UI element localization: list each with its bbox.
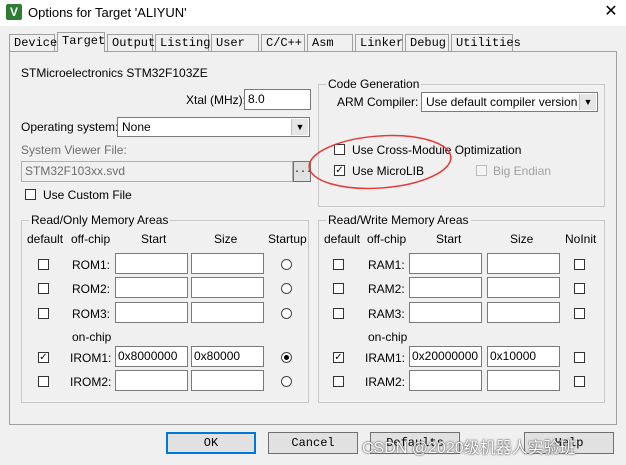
- irom1-start-input[interactable]: 0x8000000: [115, 346, 188, 367]
- rom3-start-input[interactable]: [115, 302, 188, 323]
- iram2-label: IRAM2:: [365, 375, 406, 389]
- rom1-label: ROM1:: [72, 258, 111, 272]
- rom-header-offchip: off-chip: [71, 232, 111, 246]
- rom-onchip-label: on-chip: [72, 330, 112, 344]
- iram2-start-input[interactable]: [409, 370, 482, 391]
- compiler-label: ARM Compiler:: [337, 95, 419, 109]
- tab-target[interactable]: Target: [57, 32, 105, 52]
- os-label: Operating system:: [21, 120, 119, 134]
- big-endian-label: Big Endian: [493, 164, 552, 178]
- rom-header-size: Size: [214, 232, 238, 246]
- rom1-size-input[interactable]: [191, 253, 264, 274]
- rom3-startup-radio[interactable]: [281, 308, 292, 319]
- irom2-default-checkbox[interactable]: [38, 376, 49, 387]
- custom-file-label: Use Custom File: [43, 188, 132, 202]
- big-endian-checkbox[interactable]: [476, 165, 487, 176]
- cancel-button[interactable]: Cancel: [268, 432, 358, 454]
- irom1-startup-radio[interactable]: [281, 352, 292, 363]
- rom3-default-checkbox[interactable]: [38, 308, 49, 319]
- tab-debug[interactable]: Debug: [405, 34, 449, 51]
- ram1-label: RAM1:: [368, 258, 405, 272]
- ram1-noinit-checkbox[interactable]: [574, 259, 585, 270]
- tab-user[interactable]: User: [211, 34, 259, 51]
- irom2-label: IROM2:: [70, 375, 112, 389]
- iram2-size-input[interactable]: [487, 370, 560, 391]
- rom-header-default: default: [27, 232, 64, 246]
- rom2-size-input[interactable]: [191, 277, 264, 298]
- iram1-start-input[interactable]: 0x20000000: [409, 346, 482, 367]
- device-name: STMicroelectronics STM32F103ZE: [21, 66, 208, 80]
- irom2-startup-radio[interactable]: [281, 376, 292, 387]
- rom2-start-input[interactable]: [115, 277, 188, 298]
- tab-utilities[interactable]: Utilities: [451, 34, 521, 51]
- rom1-startup-radio[interactable]: [281, 259, 292, 270]
- xtal-input[interactable]: 8.0: [244, 89, 311, 110]
- rom3-size-input[interactable]: [191, 302, 264, 323]
- ram-group-title: Read/Write Memory Areas: [326, 213, 471, 227]
- ram2-label: RAM2:: [368, 282, 405, 296]
- iram2-default-checkbox[interactable]: [333, 376, 344, 387]
- ram2-start-input[interactable]: [409, 277, 482, 298]
- ram2-default-checkbox[interactable]: [333, 283, 344, 294]
- ram2-noinit-checkbox[interactable]: [574, 283, 585, 294]
- tab-output[interactable]: Output: [107, 34, 155, 51]
- compiler-select[interactable]: Use default compiler version ▼: [421, 92, 598, 112]
- ram3-label: RAM3:: [368, 307, 405, 321]
- irom2-start-input[interactable]: [115, 370, 188, 391]
- ram-header-default: default: [324, 232, 361, 246]
- rom-group-title: Read/Only Memory Areas: [29, 213, 171, 227]
- rom3-label: ROM3:: [72, 307, 111, 321]
- close-icon[interactable]: ✕: [600, 1, 622, 23]
- ram-header-offchip: off-chip: [367, 232, 407, 246]
- iram1-default-checkbox[interactable]: ✓: [333, 352, 344, 363]
- tab-listing[interactable]: Listing: [155, 34, 210, 51]
- custom-file-checkbox[interactable]: [25, 189, 36, 200]
- xtal-label: Xtal (MHz):: [186, 93, 246, 107]
- iram2-noinit-checkbox[interactable]: [574, 376, 585, 387]
- ram1-start-input[interactable]: [409, 253, 482, 274]
- os-select-value: None: [122, 120, 151, 134]
- ram-header-size: Size: [510, 232, 534, 246]
- iram1-label: IRAM1:: [365, 351, 406, 365]
- irom1-label: IROM1:: [70, 351, 112, 365]
- ram1-default-checkbox[interactable]: [333, 259, 344, 270]
- rom2-default-checkbox[interactable]: [38, 283, 49, 294]
- chevron-down-icon[interactable]: ▼: [579, 94, 596, 110]
- annotation-circle: [308, 134, 452, 190]
- os-select[interactable]: None ▼: [117, 117, 310, 137]
- ok-button[interactable]: OK: [166, 432, 256, 454]
- tab-c-cpp[interactable]: C/C++: [261, 34, 305, 51]
- ram2-size-input[interactable]: [487, 277, 560, 298]
- rom1-default-checkbox[interactable]: [38, 259, 49, 270]
- ram3-size-input[interactable]: [487, 302, 560, 323]
- rom2-label: ROM2:: [72, 282, 111, 296]
- tab-asm[interactable]: Asm: [307, 34, 353, 51]
- compiler-select-value: Use default compiler version: [426, 95, 578, 109]
- irom1-default-checkbox[interactable]: ✓: [38, 352, 49, 363]
- ram1-size-input[interactable]: [487, 253, 560, 274]
- svf-input[interactable]: STM32F103xx.svd: [21, 161, 293, 182]
- svf-label: System Viewer File:: [21, 143, 127, 157]
- csdn-watermark: CSDN @2020级机器人实验班: [362, 440, 576, 457]
- rom-header-start: Start: [141, 232, 167, 246]
- rom1-start-input[interactable]: [115, 253, 188, 274]
- ram-header-start: Start: [436, 232, 462, 246]
- title-bar: V Options for Target 'ALIYUN' ✕: [0, 0, 626, 26]
- ram-onchip-label: on-chip: [368, 330, 408, 344]
- tab-device[interactable]: Device: [9, 34, 57, 51]
- code-generation-title: Code Generation: [326, 77, 422, 91]
- ram3-default-checkbox[interactable]: [333, 308, 344, 319]
- irom2-size-input[interactable]: [191, 370, 264, 391]
- tab-linker[interactable]: Linker: [355, 34, 403, 51]
- ram3-start-input[interactable]: [409, 302, 482, 323]
- ram3-noinit-checkbox[interactable]: [574, 308, 585, 319]
- irom1-size-input[interactable]: 0x80000: [191, 346, 264, 367]
- keil-app-icon: V: [6, 4, 22, 20]
- iram1-size-input[interactable]: 0x10000: [487, 346, 560, 367]
- rom-header-startup: Startup: [268, 232, 307, 246]
- ram-header-noinit: NoInit: [565, 232, 597, 246]
- rom2-startup-radio[interactable]: [281, 283, 292, 294]
- window-title: Options for Target 'ALIYUN': [28, 5, 187, 20]
- iram1-noinit-checkbox[interactable]: [574, 352, 585, 363]
